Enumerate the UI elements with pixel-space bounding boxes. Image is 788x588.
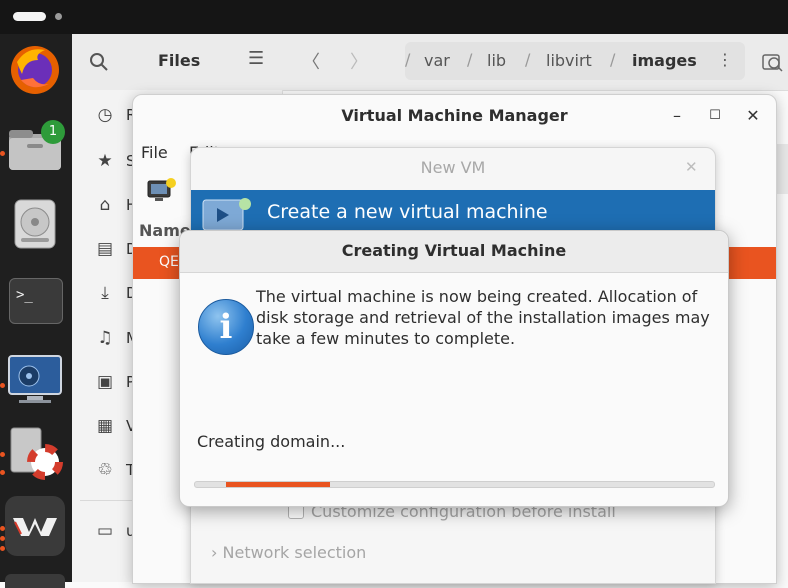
- picture-icon: ▣: [96, 372, 114, 392]
- forward-arrow-icon[interactable]: 〉: [350, 48, 368, 74]
- path-options-icon[interactable]: ⋮: [717, 50, 733, 69]
- path-segment-libvirt[interactable]: libvirt: [546, 51, 592, 70]
- home-icon: ⌂: [99, 195, 111, 215]
- top-bar: [0, 0, 788, 34]
- workspace-indicator[interactable]: [55, 13, 62, 20]
- path-separator: /: [610, 50, 616, 69]
- creating-vm-dialog: Creating Virtual Machine i The virtual m…: [179, 230, 729, 507]
- path-segment-images[interactable]: images: [632, 51, 697, 70]
- firefox-icon: [11, 46, 59, 94]
- trash-icon: ♲: [97, 460, 113, 480]
- media-launcher[interactable]: [5, 348, 65, 408]
- files-headerbar: Files ☰ 〈 〉 / var / lib / libvirt / imag…: [72, 34, 788, 91]
- path-bar: / var / lib / libvirt / images ⋮: [405, 42, 745, 80]
- info-icon: i: [198, 299, 254, 355]
- sidebar-item-videos[interactable]: ▦V: [94, 411, 136, 441]
- sidebar-item-ubuntu-drive[interactable]: ▭ u: [94, 516, 136, 546]
- path-separator: /: [405, 50, 411, 69]
- activities-button[interactable]: [13, 12, 46, 21]
- hamburger-menu-icon[interactable]: ☰: [248, 48, 264, 69]
- creating-vm-message: The virtual machine is now being created…: [256, 287, 710, 348]
- chevron-right-icon: ›: [211, 543, 218, 562]
- close-icon[interactable]: ✕: [741, 104, 765, 128]
- terminal-launcher[interactable]: >_: [5, 272, 65, 332]
- network-selection-label: Network selection: [222, 543, 367, 562]
- back-arrow-icon[interactable]: 〈: [302, 48, 320, 74]
- virt-manager-icon: [13, 518, 57, 536]
- terminal-icon: >_: [9, 278, 63, 324]
- path-segment-lib[interactable]: lib: [487, 51, 506, 70]
- menu-file[interactable]: File: [141, 143, 168, 162]
- firefox-launcher[interactable]: [5, 40, 65, 100]
- new-vm-close-icon[interactable]: ✕: [685, 158, 698, 176]
- files-app-title: Files: [158, 51, 201, 70]
- vm-monitor-icon: [202, 198, 251, 231]
- sidebar-item-pictures[interactable]: ▣ P: [94, 367, 135, 397]
- minimize-icon[interactable]: –: [665, 104, 689, 128]
- clock-icon: ◷: [97, 105, 113, 125]
- network-expander[interactable]: › Network selection: [211, 543, 366, 562]
- sidebar-item-starred[interactable]: ★ S: [94, 146, 135, 176]
- disk-icon: [14, 199, 56, 249]
- sidebar-item-recent[interactable]: ◷R: [94, 100, 137, 130]
- new-vm-banner-title: Create a new virtual machine: [267, 201, 548, 223]
- film-icon: ▦: [96, 416, 114, 436]
- new-vm-title: New VM: [420, 158, 486, 177]
- new-vm-toolbar-icon[interactable]: [146, 177, 178, 205]
- sidebar-item-home[interactable]: ⌂H: [94, 190, 138, 220]
- search-icon[interactable]: [89, 52, 109, 72]
- terminal-prompt: >_: [16, 287, 33, 303]
- path-separator: /: [467, 50, 473, 69]
- help-launcher[interactable]: [5, 422, 65, 482]
- creating-vm-title: Creating Virtual Machine: [180, 231, 728, 273]
- files-launcher[interactable]: 1: [5, 118, 65, 178]
- search-files-icon[interactable]: [762, 52, 784, 72]
- creation-progress-bar: [194, 481, 715, 488]
- notification-badge: 1: [41, 120, 65, 144]
- dock-overflow-item[interactable]: [5, 574, 65, 588]
- disks-launcher[interactable]: [5, 194, 65, 254]
- star-icon: ★: [97, 151, 113, 171]
- dock: 1 >_: [0, 34, 72, 588]
- lifebuoy-icon: [10, 427, 63, 480]
- path-separator: /: [525, 50, 531, 69]
- download-icon: ⤓: [101, 283, 109, 303]
- maximize-icon[interactable]: ☐: [703, 104, 727, 128]
- virt-manager-launcher[interactable]: [5, 496, 65, 556]
- sidebar-item-trash[interactable]: ♲ T: [94, 455, 135, 485]
- path-segment-var[interactable]: var: [424, 51, 450, 70]
- creating-vm-status: Creating domain...: [197, 432, 346, 451]
- music-icon: ♫: [97, 328, 113, 348]
- monitor-icon: [8, 355, 62, 403]
- drive-icon: ▭: [96, 521, 114, 541]
- progress-fill: [226, 482, 330, 487]
- document-icon: ▤: [96, 239, 114, 259]
